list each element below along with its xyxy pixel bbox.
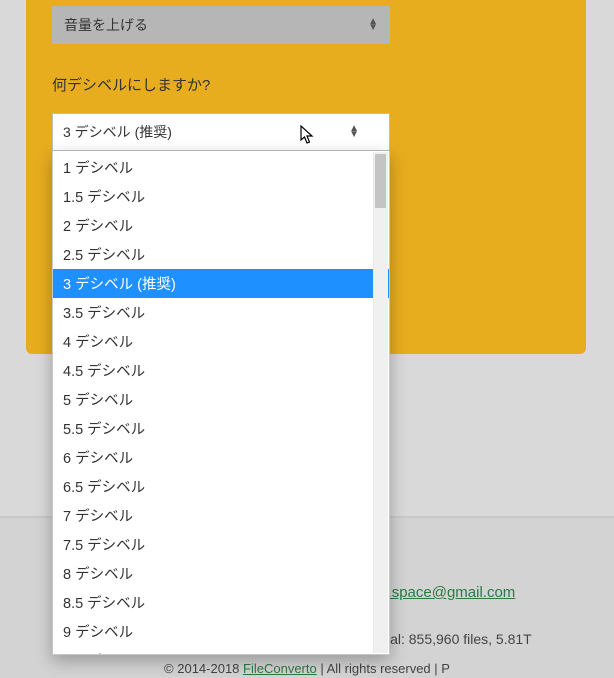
scrollbar-thumb[interactable] [375, 154, 386, 208]
decibel-option[interactable]: 7.5 デシベル [53, 530, 389, 559]
decibel-option[interactable]: 3 デシベル (推奨) [53, 269, 389, 298]
decibel-option[interactable]: 1 デシベル [53, 153, 389, 182]
decibel-option[interactable]: 5 デシベル [53, 385, 389, 414]
updown-icon: ▲▼ [349, 126, 359, 138]
footer-copyright: © 2014-2018 FileConverto | All rights re… [0, 661, 614, 676]
copyright-suffix: | All rights reserved | P [317, 661, 450, 676]
decibel-option[interactable]: 6 デシベル [53, 443, 389, 472]
decibel-option[interactable]: 7 デシベル [53, 501, 389, 530]
decibel-combo-list: 1 デシベル1.5 デシベル2 デシベル2.5 デシベル3 デシベル (推奨)3… [52, 151, 390, 655]
decibel-options: 1 デシベル1.5 デシベル2 デシベル2.5 デシベル3 デシベル (推奨)3… [53, 151, 389, 655]
decibel-option[interactable]: 4 デシベル [53, 327, 389, 356]
decibel-option[interactable]: 2.5 デシベル [53, 240, 389, 269]
decibel-combo-input[interactable]: 3 デシベル (推奨) ▲▼ [52, 113, 390, 151]
decibel-card: 何デシベルにしますか? 3 デシベル (推奨) ▲▼ 1 デシベル1.5 デシベ… [40, 54, 560, 151]
brand-link[interactable]: FileConverto [243, 661, 317, 676]
operation-select-value: 音量を上げる [64, 15, 148, 35]
operation-select-wrap: 音量を上げる ▲▼ [52, 6, 560, 44]
decibel-option[interactable]: 8 デシベル [53, 559, 389, 588]
copyright-prefix: © 2014-2018 [164, 661, 243, 676]
decibel-option[interactable]: 8.5 デシベル [53, 588, 389, 617]
scrollbar-track[interactable] [373, 152, 388, 653]
decibel-option[interactable]: 9.5 デシベル [53, 646, 389, 655]
decibel-option[interactable]: 3.5 デシベル [53, 298, 389, 327]
decibel-combo: 3 デシベル (推奨) ▲▼ 1 デシベル1.5 デシベル2 デシベル2.5 デ… [52, 113, 390, 151]
decibel-option[interactable]: 6.5 デシベル [53, 472, 389, 501]
decibel-prompt: 何デシベルにしますか? [52, 74, 560, 95]
decibel-combo-value: 3 デシベル (推奨) [63, 122, 172, 142]
settings-panel: 音量を上げる ▲▼ 何デシベルにしますか? 3 デシベル (推奨) ▲▼ 1 デ… [26, 0, 586, 354]
updown-icon: ▲▼ [368, 19, 378, 31]
decibel-option[interactable]: 4.5 デシベル [53, 356, 389, 385]
decibel-option[interactable]: 1.5 デシベル [53, 182, 389, 211]
decibel-option[interactable]: 2 デシベル [53, 211, 389, 240]
operation-select[interactable]: 音量を上げる ▲▼ [52, 6, 390, 44]
decibel-option[interactable]: 9 デシベル [53, 617, 389, 646]
decibel-option[interactable]: 5.5 デシベル [53, 414, 389, 443]
